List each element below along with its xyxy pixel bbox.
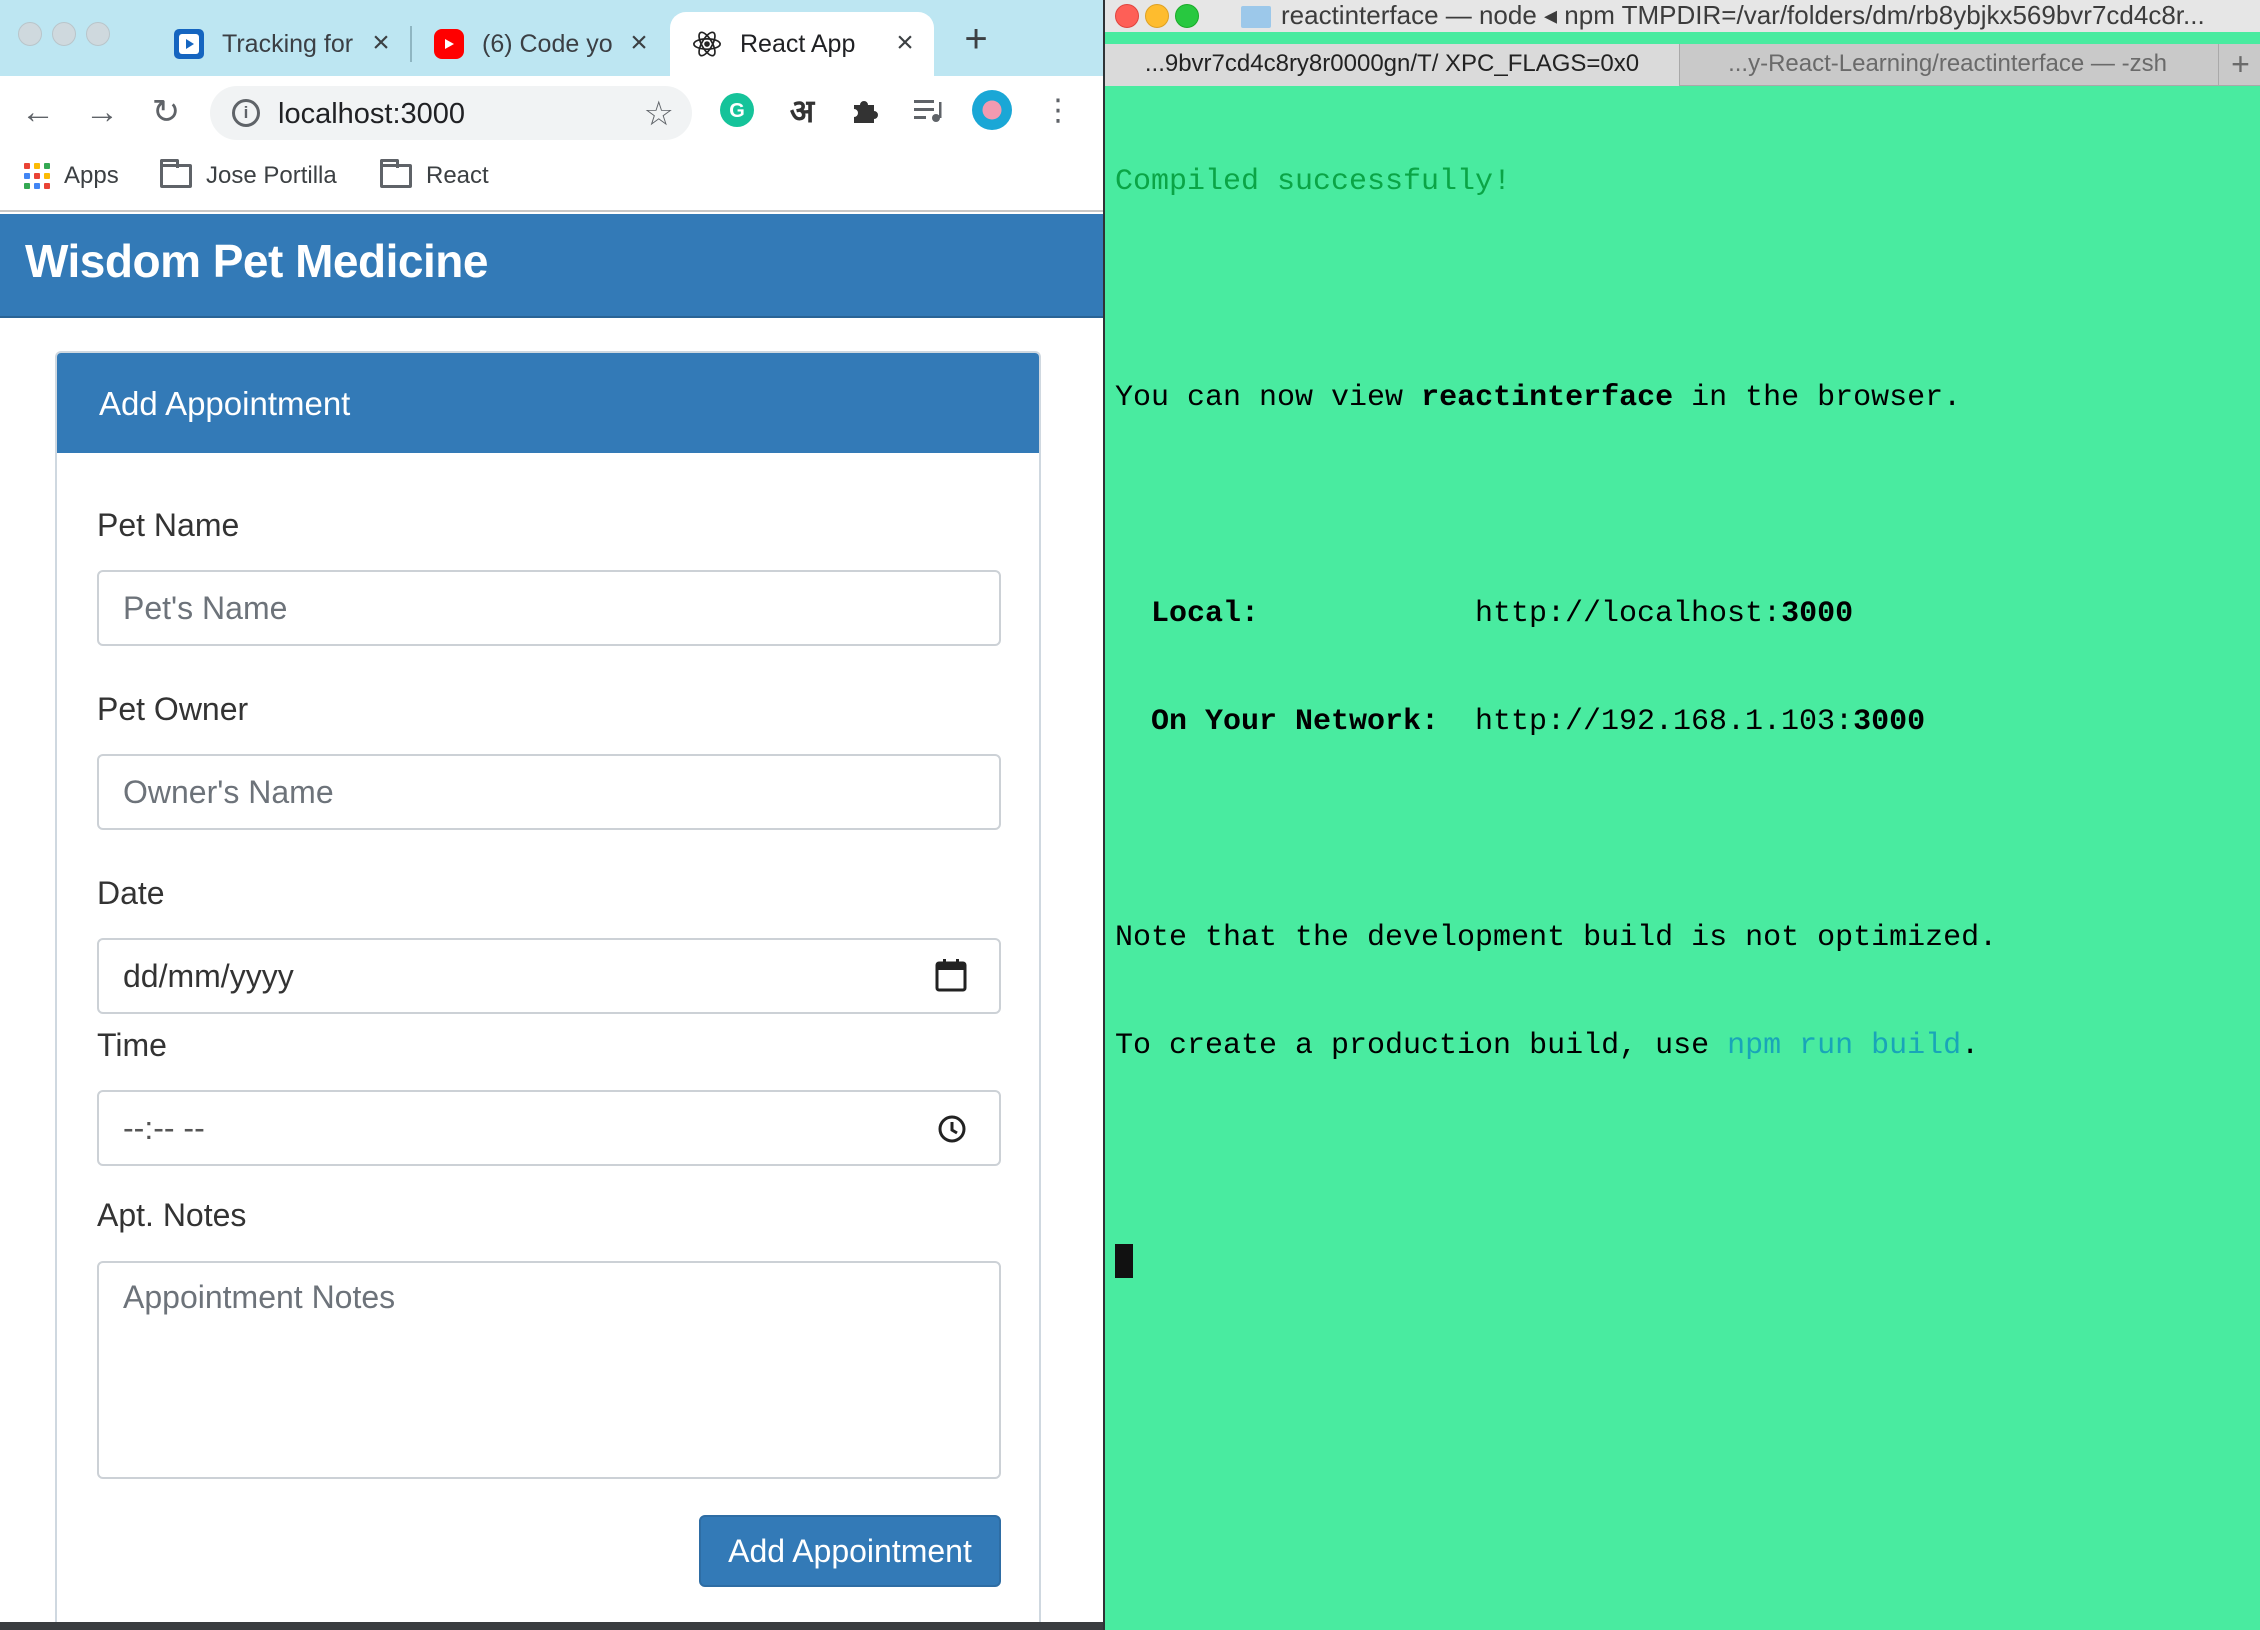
window-zoom-button[interactable] <box>86 22 110 46</box>
page-content: Wisdom Pet Medicine Add Appointment Pet … <box>0 214 1103 1630</box>
terminal-tab-zsh[interactable]: ...y-React-Learning/reactinterface — -zs… <box>1679 44 2215 86</box>
terminal-titlebar: reactinterface — node ◂ npm TMPDIR=/var/… <box>1105 0 2260 32</box>
build-command: npm run build <box>1727 1029 1962 1063</box>
tab-tracking[interactable]: Tracking for × <box>152 12 410 76</box>
bookmark-label: Jose Portilla <box>206 162 337 189</box>
desktop-background <box>0 1622 1103 1630</box>
note-line-1: Note that the development build is not o… <box>1115 921 1998 955</box>
bookmark-apps[interactable]: Apps <box>24 162 119 190</box>
react-icon <box>692 29 722 59</box>
browser-menu-icon[interactable]: ⋮ <box>1038 90 1078 130</box>
panel-title: Add Appointment <box>99 385 351 422</box>
clock-icon[interactable] <box>937 1114 967 1152</box>
network-url: http://192.168.1.103: <box>1475 705 1854 739</box>
youtube-icon <box>434 29 464 59</box>
bookmark-star-icon[interactable]: ☆ <box>644 94 674 134</box>
view-prefix: You can now view <box>1115 381 1422 415</box>
terminal-close-button[interactable] <box>1115 4 1139 28</box>
bookmarks-bar: Apps Jose Portilla React <box>0 148 1103 212</box>
terminal-tab-node[interactable]: ...9bvr7cd4c8ry8r0000gn/T/ XPC_FLAGS=0x0 <box>1105 44 1679 86</box>
note-line-2-suffix: . <box>1961 1029 1980 1063</box>
extensions-puzzle-icon[interactable] <box>845 90 885 130</box>
local-label: Local: <box>1115 597 1260 631</box>
profile-avatar[interactable] <box>972 90 1012 130</box>
date-value: dd/mm/yyyy <box>123 957 294 994</box>
bookmark-label: React <box>426 162 489 189</box>
time-input[interactable]: --:-- -- <box>97 1090 1001 1166</box>
address-bar[interactable]: i localhost:3000 ☆ <box>210 86 692 140</box>
play-badge-icon <box>174 29 204 59</box>
notes-textarea[interactable] <box>97 1261 1001 1479</box>
svg-text:G: G <box>729 100 745 122</box>
browser-toolbar: ← → ↻ i localhost:3000 ☆ G अ ⋮ <box>0 76 1103 148</box>
add-appointment-button[interactable]: Add Appointment <box>699 1515 1001 1587</box>
tab-strip: Tracking for × (6) Code yo × React App × <box>0 0 1103 76</box>
forward-arrow-icon[interactable]: → <box>78 88 126 136</box>
browser-window: Tracking for × (6) Code yo × React App × <box>0 0 1103 1630</box>
pet-owner-input[interactable] <box>97 754 1001 830</box>
hindi-input-icon[interactable]: अ <box>782 90 822 130</box>
brand-title[interactable]: Wisdom Pet Medicine <box>25 234 488 288</box>
notes-label: Apt. Notes <box>97 1197 247 1233</box>
close-icon[interactable]: × <box>890 28 920 58</box>
window-minimize-button[interactable] <box>52 22 76 46</box>
terminal-output[interactable]: Compiled successfully! You can now view … <box>1115 92 1997 1352</box>
network-port: 3000 <box>1853 705 1926 739</box>
time-label: Time <box>97 1027 167 1063</box>
app-name: reactinterface <box>1421 381 1674 415</box>
tab-react-app[interactable]: React App × <box>670 12 934 76</box>
local-url: http://localhost: <box>1475 597 1782 631</box>
close-icon[interactable]: × <box>624 28 654 58</box>
date-input[interactable]: dd/mm/yyyy <box>97 938 1001 1014</box>
folder-icon <box>160 159 192 188</box>
time-value: --:-- -- <box>123 1109 205 1146</box>
terminal-tab-bar: ...9bvr7cd4c8ry8r0000gn/T/ XPC_FLAGS=0x0… <box>1105 44 2260 86</box>
terminal-cursor <box>1115 1244 1133 1279</box>
bookmark-jose-portilla[interactable]: Jose Portilla <box>160 159 337 190</box>
app-navbar: Wisdom Pet Medicine <box>0 214 1103 318</box>
terminal-window: reactinterface — node ◂ npm TMPDIR=/var/… <box>1103 0 2260 1630</box>
view-suffix: in the browser. <box>1673 381 1962 415</box>
folder-icon <box>380 159 412 188</box>
panel-heading[interactable]: Add Appointment <box>57 353 1039 453</box>
bookmark-label: Apps <box>64 162 119 189</box>
pet-name-input[interactable] <box>97 570 1001 646</box>
compiled-message: Compiled successfully! <box>1115 165 1512 199</box>
apps-grid-icon <box>24 163 50 189</box>
pet-owner-label: Pet Owner <box>97 691 249 727</box>
folder-icon <box>1241 6 1271 28</box>
pet-name-label: Pet Name <box>97 507 240 543</box>
bookmark-react[interactable]: React <box>380 159 489 190</box>
address-url[interactable]: localhost:3000 <box>278 98 465 131</box>
window-close-button[interactable] <box>18 22 42 46</box>
add-appointment-panel: Add Appointment Pet Name Pet Owner Date … <box>55 351 1041 1630</box>
grammarly-icon[interactable]: G <box>717 90 757 130</box>
terminal-title: reactinterface — node ◂ npm TMPDIR=/var/… <box>1281 0 2205 30</box>
terminal-minimize-button[interactable] <box>1145 4 1169 28</box>
terminal-new-tab-button[interactable]: + <box>2218 44 2260 86</box>
network-label: On Your Network: <box>1115 705 1440 739</box>
close-icon[interactable]: × <box>366 28 396 58</box>
reload-icon[interactable]: ↻ <box>142 88 190 136</box>
tab-youtube[interactable]: (6) Code yo × <box>412 12 668 76</box>
terminal-zoom-button[interactable] <box>1175 4 1199 28</box>
local-port: 3000 <box>1781 597 1854 631</box>
date-label: Date <box>97 875 165 911</box>
new-tab-button[interactable]: + <box>956 19 996 60</box>
calendar-icon[interactable] <box>935 958 967 1000</box>
site-info-icon[interactable]: i <box>232 99 260 127</box>
media-queue-icon[interactable] <box>908 90 948 130</box>
note-line-2-prefix: To create a production build, use <box>1115 1029 1728 1063</box>
back-arrow-icon[interactable]: ← <box>14 88 62 136</box>
